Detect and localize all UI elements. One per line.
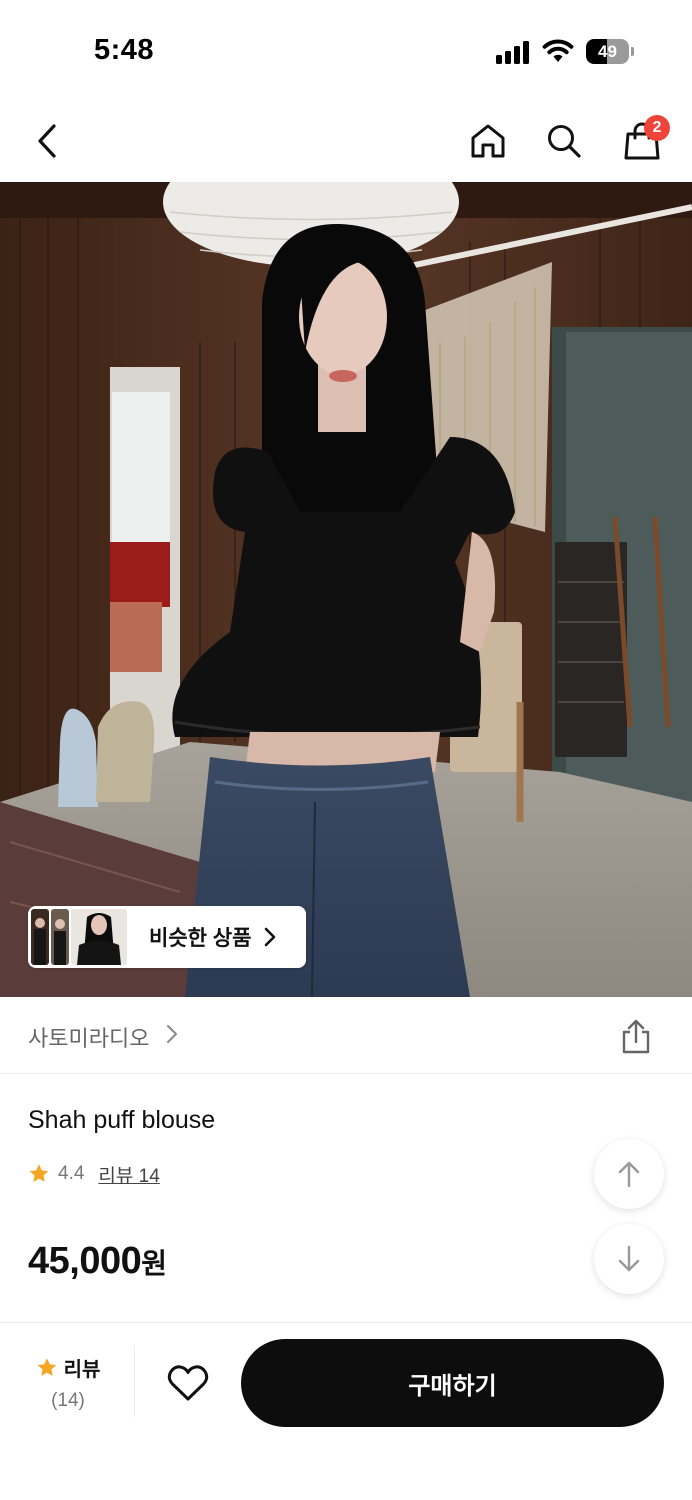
back-button[interactable] (25, 118, 71, 164)
product-photo (0, 182, 692, 997)
similar-thumbnails (31, 909, 127, 965)
similar-thumb (51, 909, 69, 965)
search-icon (548, 125, 581, 158)
search-button[interactable] (541, 118, 587, 164)
arrow-down-icon (618, 1245, 640, 1272)
heart-icon[interactable] (164, 1359, 212, 1407)
similar-products-label: 비슷한 상품 (149, 927, 252, 950)
share-icon[interactable] (616, 1017, 656, 1057)
price-unit: 원 (141, 1248, 167, 1279)
battery-level: 49 (598, 42, 617, 61)
battery-icon: 49 (586, 39, 634, 64)
arrow-up-icon (618, 1161, 640, 1188)
home-icon (471, 124, 505, 158)
review-count: (14) (51, 1390, 85, 1411)
product-name: Shah puff blouse (28, 1106, 216, 1134)
nav-bar (0, 100, 692, 182)
divider (134, 1345, 135, 1417)
rating-value: 4.4 (58, 1163, 85, 1184)
review-label: 리뷰 (63, 1359, 101, 1381)
wifi-icon (542, 39, 574, 62)
brand-row: 사토미라디오 (0, 997, 692, 1074)
price-value: 45,000 (28, 1240, 142, 1282)
bottom-action-bar: 리뷰 (14) 구매하기 (0, 1322, 692, 1500)
status-bar: 5:48 49 (0, 0, 692, 100)
similar-thumb (31, 909, 49, 965)
similar-thumb (71, 909, 127, 965)
home-button[interactable] (465, 118, 511, 164)
product-price: 45,000원 (28, 1240, 167, 1283)
buy-button[interactable]: 구매하기 (241, 1339, 664, 1427)
rating-row: 4.4 리뷰 14 (28, 1160, 160, 1188)
brand-name-link[interactable]: 사토미라디오 (28, 1021, 149, 1053)
review-count-link[interactable]: 리뷰 14 (98, 1161, 159, 1188)
scroll-up-button[interactable] (594, 1139, 664, 1209)
scroll-down-button[interactable] (594, 1224, 664, 1294)
cellular-signal-icon (496, 40, 530, 64)
star-icon (29, 1164, 49, 1182)
review-summary-button[interactable]: 리뷰 (14) (26, 1353, 110, 1417)
status-time: 5:48 (94, 34, 155, 66)
chevron-right-icon (167, 1025, 177, 1043)
star-icon (37, 1357, 56, 1376)
cart-count-badge: 2 (644, 115, 670, 141)
chevron-left-icon (38, 124, 56, 158)
product-image[interactable] (0, 182, 692, 997)
chevron-right-icon (265, 927, 276, 947)
similar-products-button[interactable]: 비슷한 상품 (28, 906, 306, 968)
